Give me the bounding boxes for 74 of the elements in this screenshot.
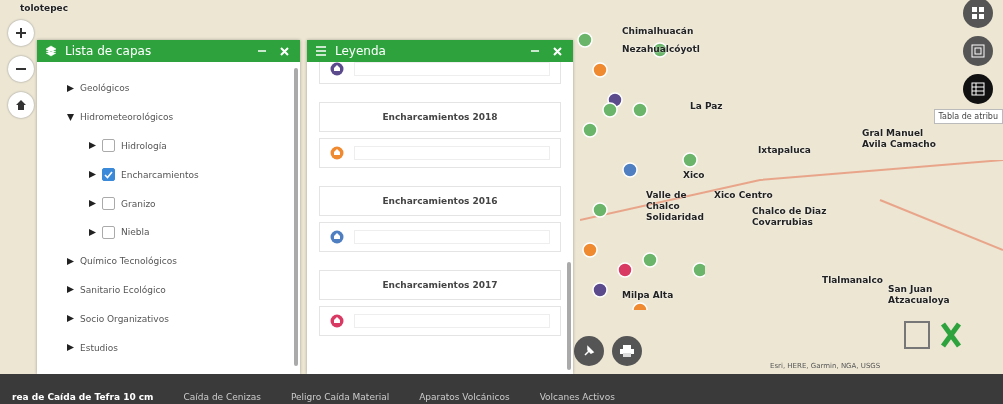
panel-title: Leyenda <box>335 44 387 58</box>
place-label: San Juan Atzacualoya <box>888 284 951 306</box>
right-triangle-icon[interactable] <box>89 142 96 150</box>
layer-label[interactable]: Sanitario Ecológico <box>80 284 166 295</box>
table-icon <box>971 82 985 96</box>
legend-group-title: Encharcamientos 2018 <box>319 102 561 132</box>
right-triangle-icon[interactable] <box>89 200 96 208</box>
place-label: tolotepec <box>20 3 69 14</box>
extent-tool-button[interactable] <box>963 36 993 66</box>
layer-label[interactable]: Estudios <box>80 342 119 353</box>
close-icon <box>280 46 289 56</box>
layer-label[interactable]: Geológicos <box>80 83 130 94</box>
layer-checkbox[interactable] <box>102 139 115 153</box>
grid-tool-button[interactable] <box>963 0 993 28</box>
place-label: Chimalhuacán <box>622 26 694 37</box>
layer-checkbox[interactable] <box>102 225 115 239</box>
close-icon <box>553 46 562 56</box>
bottom-tab[interactable]: Volcanes Activos <box>539 390 615 404</box>
pin-button[interactable] <box>574 336 604 366</box>
bottom-tab[interactable]: rea de Caída de Tefra 10 cm <box>12 390 154 404</box>
close-button[interactable] <box>277 46 292 56</box>
place-label: La Paz <box>690 101 723 112</box>
right-triangle-icon[interactable] <box>89 228 96 236</box>
right-triangle-icon[interactable] <box>89 171 96 179</box>
layer-label[interactable]: Hidrometeorológicos <box>80 112 174 123</box>
home-button[interactable] <box>8 92 34 118</box>
layer-label[interactable]: Granizo <box>121 198 156 209</box>
plus-icon <box>16 28 26 38</box>
minimize-icon <box>258 47 266 55</box>
zoom-in-button[interactable] <box>8 20 34 46</box>
layer-checkbox[interactable] <box>102 197 115 211</box>
pin-icon <box>583 345 595 357</box>
legend-group-title: Encharcamientos 2016 <box>319 186 561 216</box>
close-button[interactable] <box>550 46 565 56</box>
layers-icon <box>45 45 57 57</box>
right-triangle-icon[interactable] <box>67 257 74 265</box>
place-label: Xico Centro <box>714 190 773 201</box>
place-label: Gral Manuel Avila Camacho <box>862 128 937 150</box>
panel-title: Lista de capas <box>65 44 153 58</box>
place-label: Valle de Chalco Solidaridad <box>646 190 705 223</box>
zoom-out-button[interactable] <box>8 56 34 82</box>
layer-label[interactable]: Químico Tecnológicos <box>80 256 177 267</box>
layer-label[interactable]: Niebla <box>121 227 150 238</box>
minimize-icon <box>531 47 539 55</box>
list-icon <box>315 45 327 57</box>
place-label: Chalco de Diaz Covarrubias <box>752 206 828 228</box>
bottom-tab[interactable]: Aparatos Volcánicos <box>419 390 510 404</box>
right-triangle-icon[interactable] <box>67 286 74 294</box>
place-label: Ixtapaluca <box>758 145 811 156</box>
emblem-logo-drawing <box>903 320 963 350</box>
right-triangle-icon[interactable] <box>67 344 74 352</box>
layer-label[interactable]: Encharcamientos <box>121 169 199 180</box>
scrollbar[interactable] <box>294 68 298 366</box>
layer-checkbox[interactable] <box>102 168 115 182</box>
map-background[interactable] <box>0 0 1003 374</box>
home-icon <box>16 100 26 110</box>
layer-label[interactable]: Hidrología <box>121 141 167 151</box>
place-label: Milpa Alta <box>622 290 674 301</box>
scrollbar[interactable] <box>567 262 571 370</box>
extent-icon <box>971 44 985 58</box>
down-triangle-icon[interactable] <box>67 113 74 121</box>
bottom-tab[interactable]: Caída de Cenizas <box>183 390 261 404</box>
grid-icon <box>971 6 985 20</box>
print-icon <box>620 345 634 357</box>
place-label: Xico <box>683 170 705 181</box>
print-button[interactable] <box>612 336 642 366</box>
right-triangle-icon[interactable] <box>67 84 74 92</box>
tooltip: Tabla de atribu <box>933 109 1003 124</box>
right-triangle-icon[interactable] <box>67 315 74 323</box>
layer-label[interactable]: Socio Organizativos <box>80 313 169 324</box>
table-tool-button[interactable] <box>963 74 993 104</box>
legend-group-title: Encharcamientos 2017 <box>319 270 561 300</box>
place-label: Tlalmanalco <box>822 275 883 286</box>
bottom-tab[interactable]: Peligro Caída Material <box>290 390 390 404</box>
